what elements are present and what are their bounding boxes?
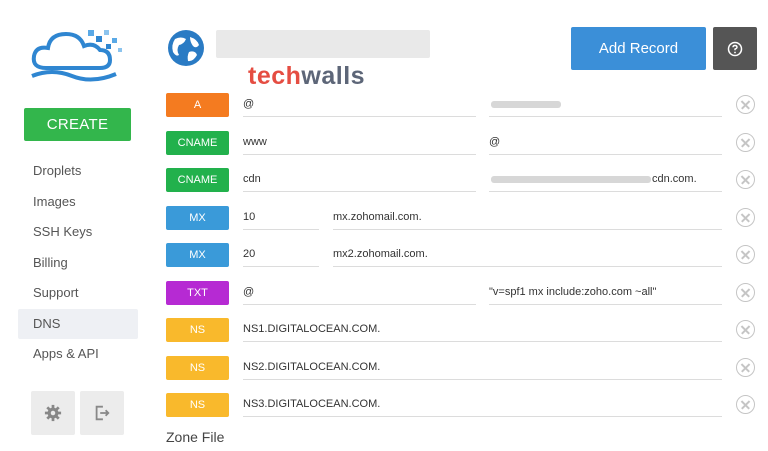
delete-record-icon[interactable] xyxy=(736,358,755,377)
record-host-field[interactable]: NS1.DIGITALOCEAN.COM. xyxy=(243,318,722,342)
record-host-field[interactable]: cdn xyxy=(243,168,476,192)
redacted-value xyxy=(491,101,561,108)
record-type-badge: NS xyxy=(166,393,229,417)
delete-record-icon[interactable] xyxy=(736,245,755,264)
redacted-value xyxy=(491,176,651,183)
record-type-badge: CNAME xyxy=(166,131,229,155)
dns-record-row: CNAME cdn cdn.com. xyxy=(166,168,766,192)
dns-record-row: NS NS3.DIGITALOCEAN.COM. xyxy=(166,393,766,417)
record-type-badge: CNAME xyxy=(166,168,229,192)
sidebar-item-ssh-keys[interactable]: SSH Keys xyxy=(18,217,138,248)
delete-record-icon[interactable] xyxy=(736,95,755,114)
domain-name-redacted xyxy=(216,30,430,58)
sidebar-nav: Droplets Images SSH Keys Billing Support… xyxy=(18,156,138,370)
delete-record-icon[interactable] xyxy=(736,133,755,152)
techwalls-watermark: techwalls xyxy=(248,62,366,90)
sidebar-item-dns[interactable]: DNS xyxy=(18,308,138,339)
record-type-badge: NS xyxy=(166,318,229,342)
sidebar-item-images[interactable]: Images xyxy=(18,187,138,218)
question-circle-icon xyxy=(727,41,743,56)
record-host-field[interactable]: @ xyxy=(243,281,476,305)
sidebar-item-billing[interactable]: Billing xyxy=(18,248,138,279)
record-type-badge: TXT xyxy=(166,281,229,305)
create-button[interactable]: CREATE xyxy=(24,108,131,141)
record-value-field[interactable]: mx.zohomail.com. xyxy=(333,206,722,230)
delete-record-icon[interactable] xyxy=(736,208,755,227)
sidebar: CREATE Droplets Images SSH Keys Billing … xyxy=(0,0,150,451)
dns-record-row: TXT @ "v=spf1 mx include:zoho.com ~all" xyxy=(166,281,766,305)
dns-record-row: CNAME www @ xyxy=(166,131,766,155)
delete-record-icon[interactable] xyxy=(736,283,755,302)
logout-icon xyxy=(95,405,110,421)
record-host-field[interactable]: @ xyxy=(243,93,476,117)
delete-record-icon[interactable] xyxy=(736,170,755,189)
record-type-badge: MX xyxy=(166,206,229,230)
record-value-field[interactable]: "v=spf1 mx include:zoho.com ~all" xyxy=(489,281,722,305)
record-type-badge: MX xyxy=(166,243,229,267)
delete-record-icon[interactable] xyxy=(736,320,755,339)
sidebar-item-support[interactable]: Support xyxy=(18,278,138,309)
record-host-field[interactable]: NS2.DIGITALOCEAN.COM. xyxy=(243,356,722,380)
settings-button[interactable] xyxy=(31,391,75,435)
sidebar-item-droplets[interactable]: Droplets xyxy=(18,156,138,187)
sidebar-item-apps-api[interactable]: Apps & API xyxy=(18,339,138,370)
digitalocean-logo[interactable] xyxy=(26,24,126,84)
delete-record-icon[interactable] xyxy=(736,395,755,414)
gear-icon xyxy=(44,404,62,422)
logout-button[interactable] xyxy=(80,391,124,435)
dns-record-row: MX 20 mx2.zohomail.com. xyxy=(166,243,766,267)
dns-record-row: A @ xyxy=(166,93,766,117)
record-type-badge: A xyxy=(166,93,229,117)
record-host-field[interactable]: NS3.DIGITALOCEAN.COM. xyxy=(243,393,722,417)
record-host-field[interactable]: www xyxy=(243,131,476,155)
add-record-button[interactable]: Add Record xyxy=(571,27,706,70)
record-value-field[interactable]: @ xyxy=(489,131,722,155)
record-type-badge: NS xyxy=(166,356,229,380)
record-priority-field[interactable]: 20 xyxy=(243,243,319,267)
dns-record-row: MX 10 mx.zohomail.com. xyxy=(166,206,766,230)
help-button[interactable] xyxy=(713,27,757,70)
dns-record-row: NS NS1.DIGITALOCEAN.COM. xyxy=(166,318,766,342)
globe-icon xyxy=(168,30,204,66)
dns-record-row: NS NS2.DIGITALOCEAN.COM. xyxy=(166,356,766,380)
record-priority-field[interactable]: 10 xyxy=(243,206,319,230)
record-value-field[interactable]: mx2.zohomail.com. xyxy=(333,243,722,267)
zone-file-heading: Zone File xyxy=(166,429,225,445)
